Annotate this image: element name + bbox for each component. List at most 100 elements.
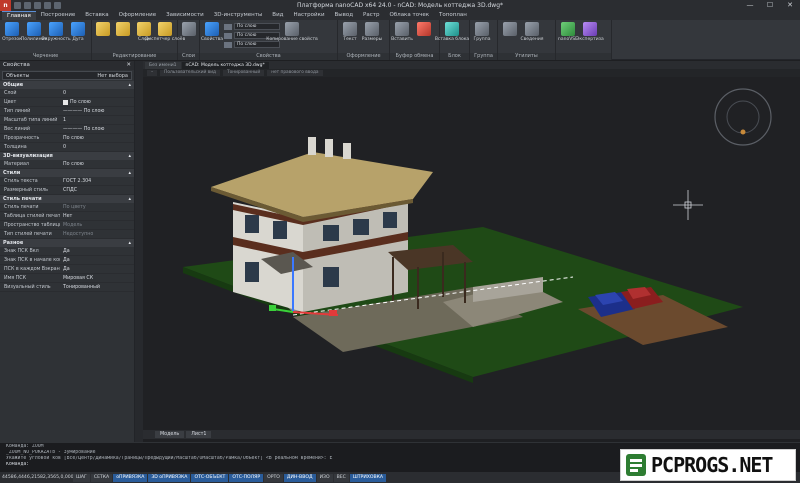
property-row[interactable]: Вес линий ———— По слою [0, 125, 134, 134]
arc-button[interactable]: Дуга [68, 22, 88, 42]
property-value[interactable]: ———— По слою [60, 107, 134, 115]
properties-close-icon[interactable]: ✕ [126, 61, 131, 70]
property-value[interactable]: 0 [60, 143, 134, 151]
property-row[interactable]: Тип стилей печати Недоступно [0, 230, 134, 239]
property-row[interactable]: Прозрачность По слою [0, 134, 134, 143]
layout-tab[interactable]: Модель [155, 431, 185, 438]
new-file-icon[interactable] [14, 2, 21, 9]
nanovse-button[interactable]: nanoVSE [558, 22, 578, 42]
status-toggle[interactable]: оПРИВЯЗКА [113, 473, 148, 482]
circle-button[interactable]: Окружность [41, 22, 71, 42]
property-value[interactable]: Недоступно [60, 230, 134, 238]
property-row[interactable]: Знак ПСК Вкл Да [0, 247, 134, 256]
undo-icon[interactable] [44, 2, 51, 9]
match-props-button[interactable]: Копирование свойств [266, 22, 318, 42]
ribbon-tab[interactable]: Оформление [114, 11, 162, 20]
status-toggle[interactable]: СЕТКА [90, 473, 113, 482]
status-toggle[interactable]: ШАГ [73, 473, 90, 482]
chevron-up-icon[interactable]: ▴ [128, 81, 131, 89]
properties-section-header[interactable]: 3D-визуализация ▴ [0, 152, 134, 160]
status-toggle[interactable]: ДИН-ВВОД [283, 473, 316, 482]
ribbon-tab[interactable]: Вставка [80, 11, 113, 20]
properties-section-header[interactable]: Стиль печати ▴ [0, 195, 134, 203]
ribbon-tab[interactable]: Вывод [330, 11, 359, 20]
ribbon-tab[interactable]: Вид [267, 11, 288, 20]
ribbon-tab[interactable]: Настройки [288, 11, 329, 20]
property-value[interactable]: Да [60, 247, 134, 255]
ribbon-tab[interactable]: Построение [36, 11, 81, 20]
property-row[interactable]: Пространство таблицы ...Модель [0, 221, 134, 230]
line-button[interactable]: Отрезок [2, 22, 22, 42]
move-button[interactable] [94, 22, 112, 37]
ribbon-tab[interactable]: Главная [2, 11, 36, 20]
redo-icon[interactable] [54, 2, 61, 9]
property-value[interactable]: По слою [60, 134, 134, 142]
dimension-button[interactable]: Размеры [362, 22, 382, 42]
measure-button[interactable] [500, 22, 520, 37]
document-tab[interactable]: Без имени1 [145, 61, 181, 69]
ribbon-tab[interactable]: 3D-инструменты [209, 11, 268, 20]
minimize-button[interactable]: — [740, 0, 760, 11]
group-button[interactable]: Группа [472, 22, 492, 42]
property-value[interactable]: СПДС [60, 186, 134, 194]
view-control[interactable]: Тонированный [223, 70, 265, 76]
property-row[interactable]: Толщина 0 [0, 143, 134, 152]
property-value[interactable]: ГОСТ 2.304 [60, 177, 134, 185]
chevron-up-icon[interactable]: ▴ [128, 169, 131, 177]
text-button[interactable]: Текст [340, 22, 360, 42]
status-toggle[interactable]: ОТС-ОБЪЕКТ [191, 473, 229, 482]
property-combo[interactable]: По слою [234, 23, 280, 30]
chevron-up-icon[interactable]: ▴ [128, 195, 131, 203]
properties-section-header[interactable]: Стили ▴ [0, 169, 134, 177]
document-tab[interactable]: nCAD: Модель коттеджа 3D.dwg* [181, 61, 269, 69]
rotate-button[interactable] [114, 22, 132, 37]
status-toggle[interactable]: ШТРИХОВКА [349, 473, 387, 482]
property-value[interactable]: ———— По слою [60, 125, 134, 133]
insert-block-button[interactable]: Вставка блока [435, 22, 469, 42]
status-toggle[interactable]: 3D оПРИВЯЗКА [148, 473, 191, 482]
property-row[interactable]: Таблица стилей печати Нет [0, 212, 134, 221]
status-toggle[interactable]: ОТС-ПОЛЯР [229, 473, 264, 482]
paste-button[interactable]: Вставить [391, 22, 413, 42]
property-value[interactable]: По цвету [60, 203, 134, 211]
view-control[interactable]: Пользовательский вид [160, 70, 221, 76]
view-control[interactable]: – [147, 70, 158, 76]
property-row[interactable]: Масштаб типа линий 1 [0, 116, 134, 125]
property-row[interactable]: Слой 0 [0, 89, 134, 98]
expert-button[interactable]: Экспертиза [576, 22, 604, 42]
status-toggle[interactable]: ОРТО [264, 473, 283, 482]
property-value[interactable]: Модель [60, 221, 134, 229]
selection-dropdown[interactable]: Объекты Нет выбора [2, 71, 132, 80]
property-row[interactable]: Материал По слою [0, 160, 134, 169]
properties-button[interactable]: Свойства [201, 22, 223, 42]
open-file-icon[interactable] [24, 2, 31, 9]
property-row[interactable]: Визуальный стиль Тонированный [0, 283, 134, 292]
ribbon-tab[interactable]: Облака точек [384, 11, 434, 20]
layer-manager-button[interactable]: Диспетчер слоёв [145, 22, 185, 42]
info-button[interactable]: Сведения [520, 22, 544, 42]
property-value[interactable]: По слою [60, 160, 134, 168]
property-row[interactable]: Тип линий ———— По слою [0, 107, 134, 116]
ribbon-tab[interactable]: Растр [358, 11, 384, 20]
layer-props-button[interactable] [180, 22, 197, 37]
property-value[interactable]: Тонированный [60, 283, 134, 291]
chevron-up-icon[interactable]: ▴ [128, 239, 131, 247]
drawing-viewport[interactable] [143, 77, 800, 430]
property-value[interactable]: По слою [60, 98, 134, 106]
navigation-compass[interactable] [714, 88, 772, 146]
property-combo[interactable]: По слою [234, 41, 280, 48]
close-button[interactable]: ✕ [780, 0, 800, 11]
property-row[interactable]: ПСК в каждом Вэкране Да [0, 265, 134, 274]
cut-button[interactable] [414, 22, 434, 37]
status-toggle[interactable]: ВЕС [333, 473, 349, 482]
ribbon-tab[interactable]: Топоплан [434, 11, 472, 20]
property-value[interactable]: 0 [60, 89, 134, 97]
ribbon-tab[interactable]: Зависимости [161, 11, 209, 20]
property-value[interactable]: Да [60, 256, 134, 264]
property-value[interactable]: Мировая СК [60, 274, 134, 282]
maximize-button[interactable]: ☐ [760, 0, 780, 11]
chevron-up-icon[interactable]: ▴ [128, 152, 131, 160]
property-row[interactable]: Стиль текста ГОСТ 2.304 [0, 177, 134, 186]
property-value[interactable]: 1 [60, 116, 134, 124]
layout-tab[interactable]: Лист1 [186, 431, 212, 438]
